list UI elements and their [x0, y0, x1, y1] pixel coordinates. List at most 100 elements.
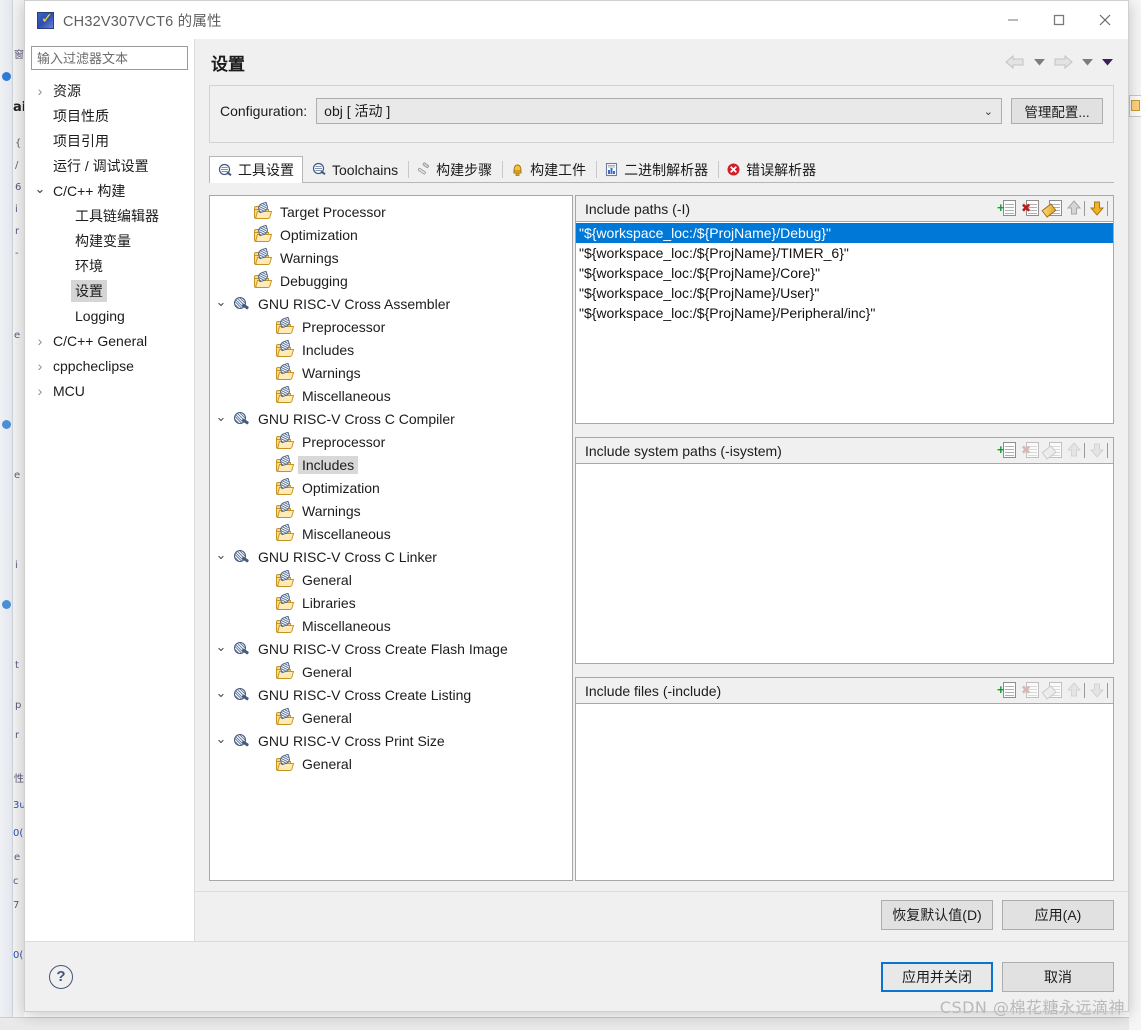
- maximize-button[interactable]: [1036, 1, 1082, 39]
- forward-arrow-icon[interactable]: [1050, 51, 1076, 73]
- tool-tree-item[interactable]: ⌄ GNU RISC-V Cross C Compiler: [210, 407, 572, 430]
- tab-3[interactable]: 构建步骤: [407, 156, 501, 182]
- ide-text-fragment: 0(: [13, 950, 24, 961]
- configuration-select[interactable]: obj [ 活动 ] ⌄: [316, 98, 1002, 124]
- tool-tree-item[interactable]: Miscellaneous: [210, 384, 572, 407]
- list-item[interactable]: "${workspace_loc:/${ProjName}/Debug}": [576, 223, 1113, 243]
- add-icon[interactable]: +: [997, 441, 1017, 460]
- chevron-down-icon[interactable]: ⌄: [210, 685, 232, 701]
- list-item[interactable]: "${workspace_loc:/${ProjName}/TIMER_6}": [576, 243, 1113, 263]
- include-list-body[interactable]: [575, 704, 1114, 881]
- ide-text-fragment: e: [14, 330, 21, 341]
- properties-nav-item[interactable]: › C/C++ General: [25, 328, 194, 353]
- tool-tree-item[interactable]: Miscellaneous: [210, 614, 572, 637]
- tab-5[interactable]: 二进制解析器: [595, 156, 717, 182]
- apply-button[interactable]: 应用(A): [1002, 900, 1114, 930]
- tool-tree-item[interactable]: Optimization: [210, 223, 572, 246]
- help-icon[interactable]: ?: [49, 964, 73, 989]
- properties-nav-item[interactable]: 项目性质: [25, 103, 194, 128]
- include-list-title: Include paths (-I): [585, 200, 691, 217]
- edit-icon[interactable]: [1041, 199, 1063, 218]
- restore-defaults-button[interactable]: 恢复默认值(D): [881, 900, 993, 930]
- chevron-down-icon[interactable]: ⌄: [210, 731, 232, 747]
- tool-tree-item[interactable]: Preprocessor: [210, 430, 572, 453]
- properties-nav-item[interactable]: › MCU: [25, 378, 194, 403]
- properties-nav-item[interactable]: 构建变量: [25, 228, 194, 253]
- properties-nav-item[interactable]: 设置: [25, 278, 194, 303]
- tool-tree-item[interactable]: Optimization: [210, 476, 572, 499]
- move-up-icon[interactable]: [1066, 199, 1086, 218]
- tab-6[interactable]: 错误解析器: [717, 156, 825, 182]
- chevron-down-icon[interactable]: ⌄: [210, 639, 232, 655]
- manage-configurations-button[interactable]: 管理配置...: [1011, 98, 1103, 124]
- list-item[interactable]: "${workspace_loc:/${ProjName}/Peripheral…: [576, 303, 1113, 323]
- close-button[interactable]: [1082, 1, 1128, 39]
- filter-input[interactable]: [31, 46, 188, 70]
- list-item[interactable]: "${workspace_loc:/${ProjName}/User}": [576, 283, 1113, 303]
- tab-1[interactable]: 工具设置: [209, 156, 303, 183]
- ide-text-fragment: 0(: [13, 828, 24, 839]
- delete-icon[interactable]: ✖: [1020, 199, 1040, 218]
- properties-nav-item-label: 运行 / 调试设置: [53, 157, 149, 174]
- include-list-body[interactable]: "${workspace_loc:/${ProjName}/Debug}" "${…: [575, 222, 1114, 424]
- properties-nav-item-label: 资源: [53, 82, 81, 99]
- tool-tree-item-label: Optimization: [280, 226, 358, 243]
- move-down-icon[interactable]: [1089, 199, 1109, 218]
- tool-tree-item[interactable]: Warnings: [210, 499, 572, 522]
- apply-and-close-button[interactable]: 应用并关闭: [881, 961, 993, 992]
- properties-nav-item[interactable]: › cppcheclipse: [25, 353, 194, 378]
- tab-2[interactable]: Toolchains: [303, 156, 407, 182]
- tool-tree-item[interactable]: General: [210, 752, 572, 775]
- tool-tree-item[interactable]: Debugging: [210, 269, 572, 292]
- list-item[interactable]: "${workspace_loc:/${ProjName}/Core}": [576, 263, 1113, 283]
- add-icon[interactable]: +: [997, 681, 1017, 700]
- tool-tree-item-label: GNU RISC-V Cross Print Size: [258, 732, 445, 749]
- tab-label: 二进制解析器: [624, 161, 709, 178]
- chevron-down-icon[interactable]: ⌄: [210, 409, 232, 425]
- chevron-down-icon[interactable]: ⌄: [210, 294, 232, 310]
- properties-nav-item[interactable]: Logging: [25, 303, 194, 328]
- include-list-body[interactable]: [575, 464, 1114, 664]
- properties-nav-item[interactable]: 工具链编辑器: [25, 203, 194, 228]
- tool-tree-item[interactable]: ⌄ GNU RISC-V Cross Create Listing: [210, 683, 572, 706]
- chevron-down-icon[interactable]: ⌄: [31, 181, 49, 197]
- tool-tree-item[interactable]: General: [210, 660, 572, 683]
- tool-tree-item-label: Preprocessor: [302, 318, 386, 335]
- cancel-button[interactable]: 取消: [1002, 961, 1114, 992]
- tool-tree-item[interactable]: Miscellaneous: [210, 522, 572, 545]
- chevron-right-icon[interactable]: ›: [31, 383, 49, 399]
- tool-tree-item[interactable]: ⌄ GNU RISC-V Cross C Linker: [210, 545, 572, 568]
- chevron-right-icon[interactable]: ›: [31, 83, 49, 99]
- tool-tree-item[interactable]: Preprocessor: [210, 315, 572, 338]
- tool-tree-item[interactable]: General: [210, 706, 572, 729]
- back-arrow-icon[interactable]: [1002, 51, 1028, 73]
- properties-nav-item-label: 工具链编辑器: [75, 207, 159, 224]
- forward-history-chevron-down-icon[interactable]: [1078, 51, 1096, 73]
- add-icon[interactable]: +: [997, 199, 1017, 218]
- chevron-right-icon[interactable]: ›: [31, 333, 49, 349]
- tool-tree-item[interactable]: ⌄ GNU RISC-V Cross Create Flash Image: [210, 637, 572, 660]
- view-menu-chevron-down-icon[interactable]: [1098, 51, 1116, 73]
- properties-nav-item[interactable]: 运行 / 调试设置: [25, 153, 194, 178]
- properties-nav-item[interactable]: ⌄ C/C++ 构建: [25, 178, 194, 203]
- folder-tool-icon: [276, 362, 295, 380]
- tool-tree-item[interactable]: ⌄ GNU RISC-V Cross Print Size: [210, 729, 572, 752]
- tool-tree-item[interactable]: Includes: [210, 338, 572, 361]
- tool-tree-item[interactable]: Libraries: [210, 591, 572, 614]
- tool-tree-item[interactable]: Target Processor: [210, 200, 572, 223]
- chevron-right-icon[interactable]: ›: [31, 358, 49, 374]
- properties-nav-item[interactable]: 环境: [25, 253, 194, 278]
- tool-tree-item[interactable]: ⌄ GNU RISC-V Cross Assembler: [210, 292, 572, 315]
- tool-settings-tree[interactable]: Target Processor Optimization Warnings Debu…: [209, 195, 573, 881]
- build-steps-icon: [416, 162, 431, 177]
- chevron-down-icon[interactable]: ⌄: [210, 547, 232, 563]
- tab-4[interactable]: 构建工件: [501, 156, 595, 182]
- tool-tree-item[interactable]: Warnings: [210, 361, 572, 384]
- tool-tree-item[interactable]: General: [210, 568, 572, 591]
- properties-nav-item[interactable]: 项目引用: [25, 128, 194, 153]
- properties-nav-item[interactable]: › 资源: [25, 78, 194, 103]
- tool-tree-item[interactable]: Warnings: [210, 246, 572, 269]
- back-history-chevron-down-icon[interactable]: [1030, 51, 1048, 73]
- minimize-button[interactable]: [990, 1, 1036, 39]
- tool-tree-item[interactable]: Includes: [210, 453, 572, 476]
